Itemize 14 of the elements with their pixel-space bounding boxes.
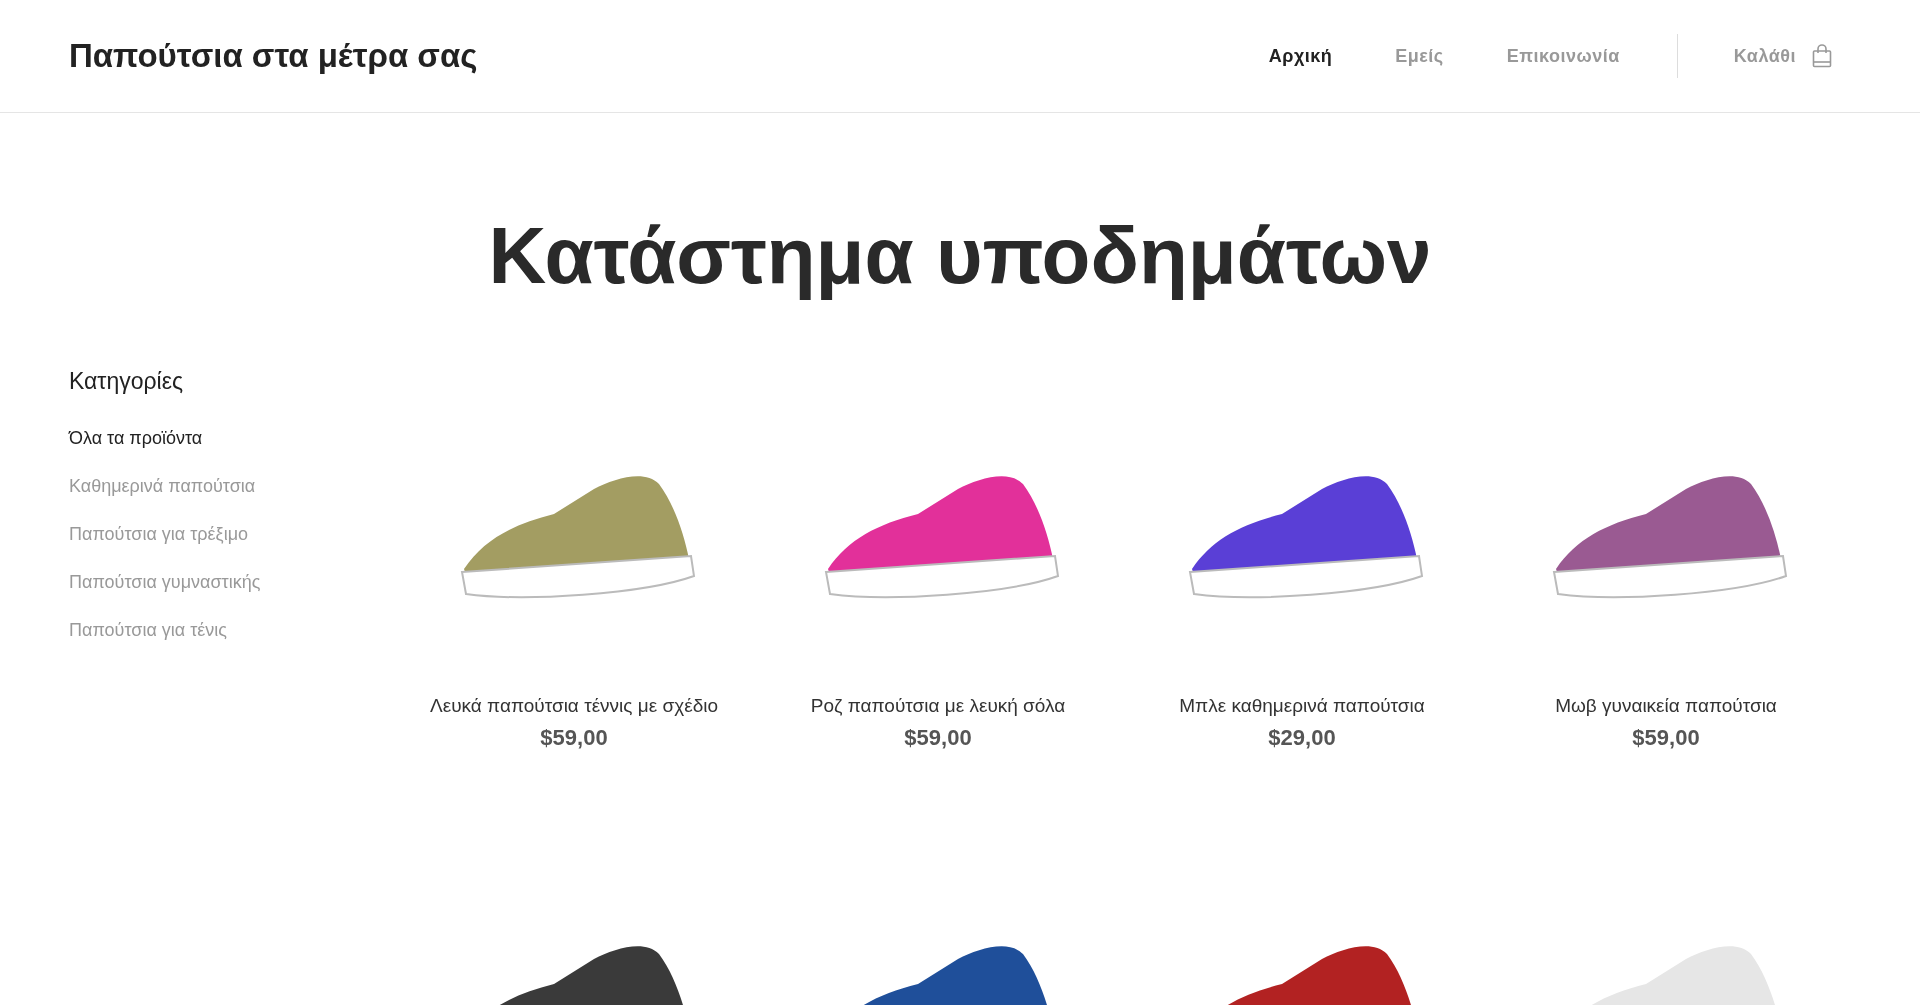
product-price: $59,00 xyxy=(903,723,973,752)
product-price: $29,00 xyxy=(1267,723,1337,752)
categories-title: Κατηγορίες xyxy=(69,367,185,396)
product-name[interactable]: Μπλε καθημερινά παπούτσια xyxy=(1120,692,1484,721)
product-price: $59,00 xyxy=(1631,723,1701,752)
product-price: $59,00 xyxy=(539,723,609,752)
product-name[interactable]: Λευκά παπούτσια τέννις με σχέδιο xyxy=(392,692,756,721)
site-title[interactable]: Παπούτσια στα μέτρα σας xyxy=(69,31,478,81)
product-name[interactable]: Μωβ γυναικεία παπούτσια xyxy=(1484,692,1848,721)
category-link[interactable]: Όλα τα προϊόντα xyxy=(69,424,203,452)
shopping-bag-icon xyxy=(1812,44,1832,68)
product-name[interactable]: Ροζ παπούτσια με λευκή σόλα xyxy=(756,692,1120,721)
nav-link[interactable]: Αρχική xyxy=(1268,42,1333,70)
page-heading: Κατάστημα υποδημάτων xyxy=(487,210,1433,302)
